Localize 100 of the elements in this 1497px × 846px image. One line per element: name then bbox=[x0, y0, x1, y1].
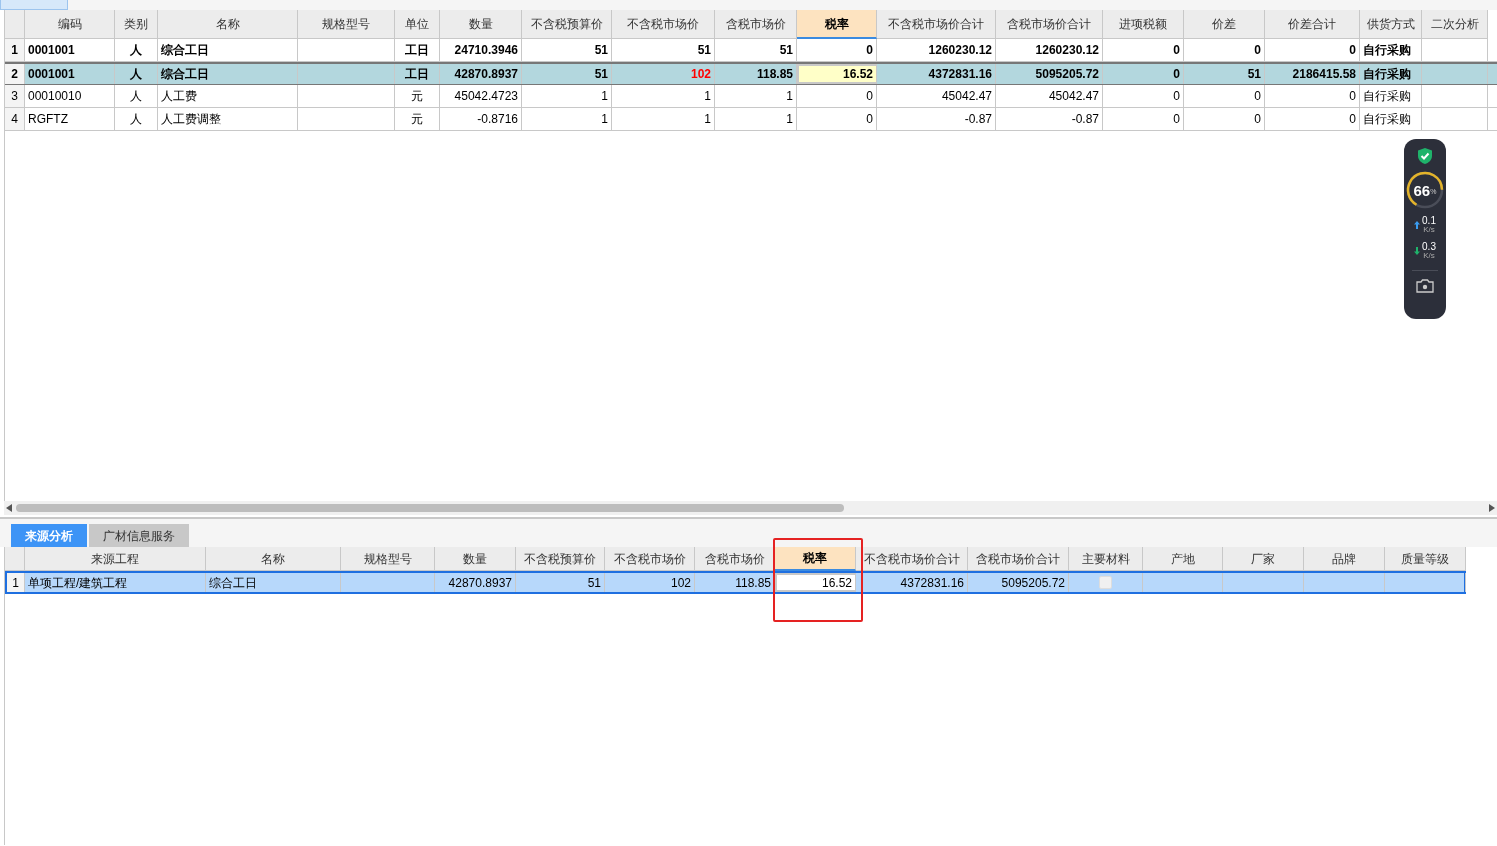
table-cell-text: 51 bbox=[594, 66, 608, 83]
table-cell-text: 1260230.12 bbox=[928, 42, 992, 59]
column-header[interactable]: 进项税额 bbox=[1103, 10, 1184, 39]
table-cell-text: 4372831.16 bbox=[900, 574, 964, 592]
table-cell-text: 2186415.58 bbox=[1292, 66, 1356, 83]
column-header[interactable]: 二次分析 bbox=[1422, 10, 1488, 39]
table-row[interactable]: 1 0001001 人 综合工日 工日 24710.3946 51 51 51 0 1260230.12 1260230.12 0 0 0 自行采购 bbox=[5, 39, 1497, 62]
checkbox[interactable] bbox=[1099, 576, 1112, 589]
table-cell-text: 51 bbox=[587, 574, 601, 592]
scroll-right-icon[interactable] bbox=[1489, 504, 1495, 512]
table-cell-text: 综合工日 bbox=[209, 574, 257, 592]
table-cell-text: 人工费调整 bbox=[161, 111, 221, 128]
tab[interactable]: 广材信息服务 bbox=[89, 524, 189, 547]
column-header[interactable]: 数量 bbox=[440, 10, 522, 39]
column-header[interactable]: 含税市场价 bbox=[695, 547, 775, 571]
table-cell-text: 42870.8937 bbox=[454, 66, 518, 83]
table-row[interactable]: 2 0001001 人 综合工日 工日 42870.8937 51 102 118.85 16.52 4372831.16 5095205.72 0 51 2186415.58 自行采购 bbox=[5, 62, 1497, 85]
table-cell-text: 1 bbox=[704, 111, 711, 128]
table-cell-text: 0 bbox=[866, 42, 873, 59]
upload-speed: 0.1 bbox=[1422, 216, 1436, 226]
table-cell-text: 0 bbox=[866, 111, 873, 128]
table-cell-text: 1 bbox=[601, 111, 608, 128]
table-cell-text: 人 bbox=[130, 111, 142, 128]
scroll-left-icon[interactable] bbox=[6, 504, 12, 512]
table-cell-text: 元 bbox=[411, 88, 423, 105]
shield-check-icon bbox=[1417, 147, 1433, 165]
table-cell-text: -0.87 bbox=[964, 111, 992, 128]
row-number: 3 bbox=[11, 88, 18, 105]
column-header[interactable]: 单位 bbox=[395, 10, 440, 39]
table-cell-text: 45042.4723 bbox=[454, 88, 518, 105]
column-header[interactable]: 规格型号 bbox=[298, 10, 395, 39]
table-cell-text: 24710.3946 bbox=[454, 42, 518, 59]
table-cell-text: 42870.8937 bbox=[448, 574, 512, 592]
table-cell-text: 人 bbox=[130, 66, 142, 83]
table-cell-text: -0.87 bbox=[1071, 111, 1099, 128]
column-header[interactable]: 编码 bbox=[25, 10, 115, 39]
column-header[interactable]: 税率 bbox=[775, 547, 856, 571]
table-cell-text: RGFTZ bbox=[28, 111, 68, 128]
table-row[interactable]: 3 00010010 人 人工费 元 45042.4723 1 1 1 0 45042.47 45042.47 0 0 0 自行采购 bbox=[5, 85, 1497, 108]
column-header[interactable]: 类别 bbox=[115, 10, 158, 39]
table-cell-text: 45042.47 bbox=[1048, 88, 1099, 105]
table-cell-text: 人 bbox=[130, 88, 142, 105]
table-cell-text: 0 bbox=[1173, 42, 1180, 59]
column-header[interactable]: 含税市场价 bbox=[715, 10, 797, 39]
table-cell-text: 自行采购 bbox=[1363, 88, 1411, 105]
column-header[interactable]: 税率 bbox=[797, 10, 877, 39]
column-header[interactable]: 含税市场价合计 bbox=[996, 10, 1103, 39]
table-cell-text: 1 bbox=[786, 111, 793, 128]
table-cell-text: 0 bbox=[1254, 111, 1261, 128]
column-header[interactable]: 价差 bbox=[1184, 10, 1265, 39]
table-cell-text: 0 bbox=[1173, 111, 1180, 128]
column-header[interactable]: 产地 bbox=[1143, 547, 1223, 571]
table-cell-text: 0 bbox=[1349, 111, 1356, 128]
column-header[interactable]: 不含税市场价合计 bbox=[856, 547, 968, 571]
table-cell-text: 1 bbox=[704, 88, 711, 105]
column-header[interactable]: 不含税市场价 bbox=[612, 10, 715, 39]
column-header[interactable]: 不含税市场价合计 bbox=[877, 10, 996, 39]
column-header[interactable]: 不含税预算价 bbox=[516, 547, 605, 571]
row-number: 1 bbox=[12, 574, 19, 592]
usage-percent: 66 bbox=[1413, 182, 1431, 198]
column-header[interactable]: 不含税预算价 bbox=[522, 10, 612, 39]
table-cell-text: 0 bbox=[1254, 88, 1261, 105]
table-cell-text: 人 bbox=[130, 42, 142, 59]
column-header[interactable]: 价差合计 bbox=[1265, 10, 1360, 39]
column-header[interactable]: 不含税市场价 bbox=[605, 547, 695, 571]
table-cell-text: 51 bbox=[594, 42, 608, 59]
column-header[interactable]: 品牌 bbox=[1304, 547, 1385, 571]
row-number: 1 bbox=[11, 42, 18, 59]
table-cell-text: 4372831.16 bbox=[928, 66, 992, 83]
table-row[interactable]: 1 单项工程/建筑工程 综合工日 42870.8937 51 102 118.85 16.52 4372831.16 5095205.72 bbox=[5, 571, 1466, 594]
camera-icon[interactable] bbox=[1416, 278, 1434, 293]
column-header[interactable]: 名称 bbox=[206, 547, 341, 571]
table-cell-text: 1 bbox=[786, 88, 793, 105]
column-header[interactable]: 主要材料 bbox=[1069, 547, 1143, 571]
speed-unit: K/s bbox=[1423, 252, 1435, 260]
table-cell-text: 自行采购 bbox=[1363, 66, 1411, 83]
table-cell-text: 0 bbox=[1349, 42, 1356, 59]
table-row[interactable]: 4 RGFTZ 人 人工费调整 元 -0.8716 1 1 1 0 -0.87 -0.87 0 0 0 自行采购 bbox=[5, 108, 1497, 131]
scrollbar-thumb[interactable] bbox=[16, 504, 844, 512]
tab-fragment[interactable] bbox=[0, 0, 68, 10]
column-header[interactable]: 数量 bbox=[435, 547, 516, 571]
table-cell-text: 5095205.72 bbox=[1035, 66, 1099, 83]
table-cell-text: 102 bbox=[670, 574, 691, 592]
table-cell-text: 综合工日 bbox=[161, 42, 209, 59]
download-arrow-icon bbox=[1414, 247, 1421, 255]
table-cell-text: 0 bbox=[1173, 66, 1180, 83]
column-header[interactable]: 厂家 bbox=[1223, 547, 1304, 571]
column-header[interactable]: 质量等级 bbox=[1385, 547, 1466, 571]
speed-unit: K/s bbox=[1423, 226, 1435, 234]
column-header[interactable]: 供货方式 bbox=[1360, 10, 1422, 39]
table-cell-text: 51 bbox=[1247, 66, 1261, 83]
column-header[interactable]: 来源工程 bbox=[25, 547, 206, 571]
column-header[interactable]: 规格型号 bbox=[341, 547, 435, 571]
column-header[interactable] bbox=[5, 10, 25, 39]
table-cell-text: 102 bbox=[690, 66, 711, 83]
column-header[interactable] bbox=[5, 547, 25, 571]
table-cell-text: 0 bbox=[1173, 88, 1180, 105]
column-header[interactable]: 含税市场价合计 bbox=[968, 547, 1069, 571]
column-header[interactable]: 名称 bbox=[158, 10, 298, 39]
table-cell-text: 1 bbox=[601, 88, 608, 105]
